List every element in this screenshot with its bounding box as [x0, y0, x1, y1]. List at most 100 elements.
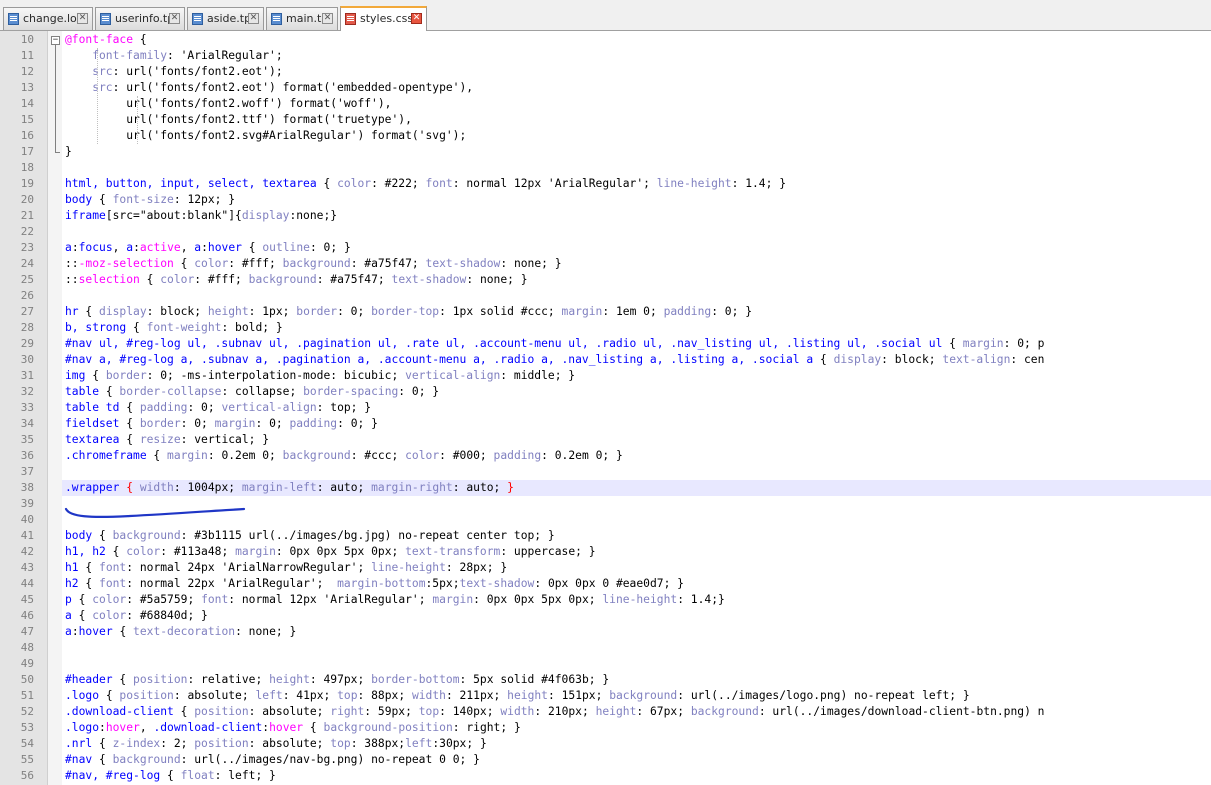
- code-line[interactable]: iframe[src="about:blank"]{display:none;}: [65, 208, 337, 224]
- file-icon: [100, 13, 111, 25]
- code-line[interactable]: #header { position: relative; height: 49…: [65, 672, 609, 688]
- code-token: : 'ArialRegular';: [167, 49, 283, 62]
- code-line[interactable]: url('fonts/font2.woff') format('woff'),: [65, 96, 391, 112]
- close-icon[interactable]: ✕: [322, 13, 333, 24]
- code-line[interactable]: ::-moz-selection { color: #fff; backgrou…: [65, 256, 562, 272]
- code-line[interactable]: ::selection { color: #fff; background: #…: [65, 272, 528, 288]
- code-token: }: [65, 145, 72, 158]
- pen-annotation-underline: [64, 507, 246, 518]
- code-line[interactable]: .logo:hover, .download-client:hover { ba…: [65, 720, 521, 736]
- tab-userinfo-tpl[interactable]: userinfo.tpl ✕: [95, 7, 185, 30]
- code-token: [src="about:blank"]{: [105, 209, 242, 222]
- code-token: border: [296, 305, 338, 318]
- code-line[interactable]: .wrapper { width: 1004px; margin-left: a…: [65, 480, 514, 496]
- code-token: : 59px;: [364, 705, 419, 718]
- close-icon[interactable]: ✕: [248, 13, 259, 24]
- code-line[interactable]: textarea { resize: vertical; }: [65, 432, 269, 448]
- tab-main-tpl[interactable]: main.tpl ✕: [266, 7, 338, 30]
- code-line[interactable]: }: [65, 144, 72, 160]
- code-line[interactable]: #nav { background: url(../images/nav-bg.…: [65, 752, 480, 768]
- code-line[interactable]: img { border: 0; -ms-interpolation-mode:…: [65, 368, 575, 384]
- code-token: .download-client: [153, 721, 263, 734]
- code-line[interactable]: body { font-size: 12px; }: [65, 192, 235, 208]
- tab-styles-css[interactable]: styles.css ✕: [340, 6, 427, 31]
- code-token: : none; }: [466, 273, 528, 286]
- code-line[interactable]: h1 { font: normal 24px 'ArialNarrowRegul…: [65, 560, 507, 576]
- code-token: }: [507, 481, 514, 494]
- code-line[interactable]: hr { display: block; height: 1px; border…: [65, 304, 752, 320]
- code-token: :30px; }: [432, 737, 487, 750]
- fold-collapse-icon[interactable]: −: [51, 36, 60, 45]
- code-token: url('fonts/font2.woff') format('woff'),: [65, 97, 392, 110]
- code-token: hover: [78, 625, 113, 638]
- code-line[interactable]: table { border-collapse: collapse; borde…: [65, 384, 439, 400]
- code-token: {: [99, 689, 120, 702]
- code-token: background-position: [323, 721, 453, 734]
- code-token: {: [92, 753, 113, 766]
- code-token: height: [207, 305, 249, 318]
- code-token: -moz-selection: [78, 257, 174, 270]
- code-line[interactable]: a:hover { text-decoration: none; }: [65, 624, 296, 640]
- code-line[interactable]: table td { padding: 0; vertical-align: t…: [65, 400, 371, 416]
- code-token: width: [411, 689, 446, 702]
- close-icon[interactable]: ✕: [169, 13, 180, 24]
- code-line[interactable]: a:focus, a:active, a:hover { outline: 0;…: [65, 240, 351, 256]
- code-line[interactable]: #nav ul, #reg-log ul, .subnav ul, .pagin…: [65, 336, 1044, 352]
- code-token: @font-face: [65, 33, 134, 46]
- code-line[interactable]: h2 { font: normal 22px 'ArialRegular'; m…: [65, 576, 684, 592]
- code-token: {: [173, 257, 195, 270]
- code-token: padding: [493, 449, 542, 462]
- code-token: : 0; }: [337, 417, 378, 430]
- code-line[interactable]: url('fonts/font2.svg#ArialRegular') form…: [65, 128, 466, 144]
- code-token: width: [500, 705, 535, 718]
- tab-change-log[interactable]: change.log ✕: [3, 7, 93, 30]
- tab-aside-tpl[interactable]: aside.tpl ✕: [187, 7, 264, 30]
- code-token: h2: [65, 577, 79, 590]
- line-number: 49: [20, 657, 34, 670]
- code-line[interactable]: fieldset { border: 0; margin: 0; padding…: [65, 416, 378, 432]
- code-line[interactable]: h1, h2 { color: #113a48; margin: 0px 0px…: [65, 544, 596, 560]
- line-number: 16: [20, 129, 34, 142]
- code-line[interactable]: b, strong { font-weight: bold; }: [65, 320, 283, 336]
- code-line[interactable]: @font-face {: [65, 32, 147, 48]
- close-icon[interactable]: ✕: [411, 13, 422, 24]
- code-token: height: [269, 673, 310, 686]
- code-token: vertical-align: [221, 401, 317, 414]
- code-token: #nav a, #reg-log a, .subnav a, .paginati…: [65, 353, 814, 366]
- code-line[interactable]: .nrl { z-index: 2; position: absolute; t…: [65, 736, 487, 752]
- code-line[interactable]: body { background: #3b1115 url(../images…: [65, 528, 555, 544]
- code-token: src: [65, 65, 113, 78]
- code-token: : normal 24px 'ArialNarrowRegular';: [126, 561, 372, 574]
- code-line[interactable]: url('fonts/font2.ttf') format('truetype'…: [65, 112, 412, 128]
- code-token: : 210px;: [534, 705, 596, 718]
- code-line[interactable]: #nav a, #reg-log a, .subnav a, .paginati…: [65, 352, 1044, 368]
- code-token: : url('fonts/font2.eot');: [112, 65, 283, 78]
- code-line[interactable]: .logo { position: absolute; left: 41px; …: [65, 688, 970, 704]
- code-token: : url(../images/download-client-btn.png)…: [758, 705, 1045, 718]
- file-icon: [271, 13, 282, 25]
- close-icon[interactable]: ✕: [77, 13, 88, 24]
- code-token: {: [173, 705, 195, 718]
- code-token: : #5a5759;: [126, 593, 202, 606]
- code-line[interactable]: html, button, input, select, textarea { …: [65, 176, 786, 192]
- code-editor[interactable]: 10 11 12 13 14 15 16 17 18 19 20 21 22 23 24 25 26 27 28 29…: [0, 31, 1211, 785]
- code-token: a: [65, 625, 72, 638]
- code-token: {: [119, 401, 140, 414]
- code-line[interactable]: .download-client { position: absolute; r…: [65, 704, 1044, 720]
- code-line[interactable]: src: url('fonts/font2.eot') format('embe…: [65, 80, 473, 96]
- code-token: font-size: [112, 193, 174, 206]
- fold-end-marker: [55, 152, 60, 153]
- code-line[interactable]: p { color: #5a5759; font: normal 12px 'A…: [65, 592, 725, 608]
- line-number: 53: [20, 721, 34, 734]
- code-token: background: [282, 449, 351, 462]
- code-line[interactable]: .chromeframe { margin: 0.2em 0; backgrou…: [65, 448, 623, 464]
- line-number: 43: [20, 561, 34, 574]
- line-number: 44: [20, 577, 34, 590]
- code-line[interactable]: #nav, #reg-log { float: left; }: [65, 768, 276, 784]
- code-token: : url('fonts/font2.eot') format('embedde…: [112, 81, 474, 94]
- code-token: :5px;: [425, 577, 460, 590]
- code-line[interactable]: a { color: #68840d; }: [65, 608, 208, 624]
- code-token: : 1.4;}: [677, 593, 725, 606]
- code-token: : 1004px;: [173, 481, 242, 494]
- code-token: :: [201, 241, 208, 254]
